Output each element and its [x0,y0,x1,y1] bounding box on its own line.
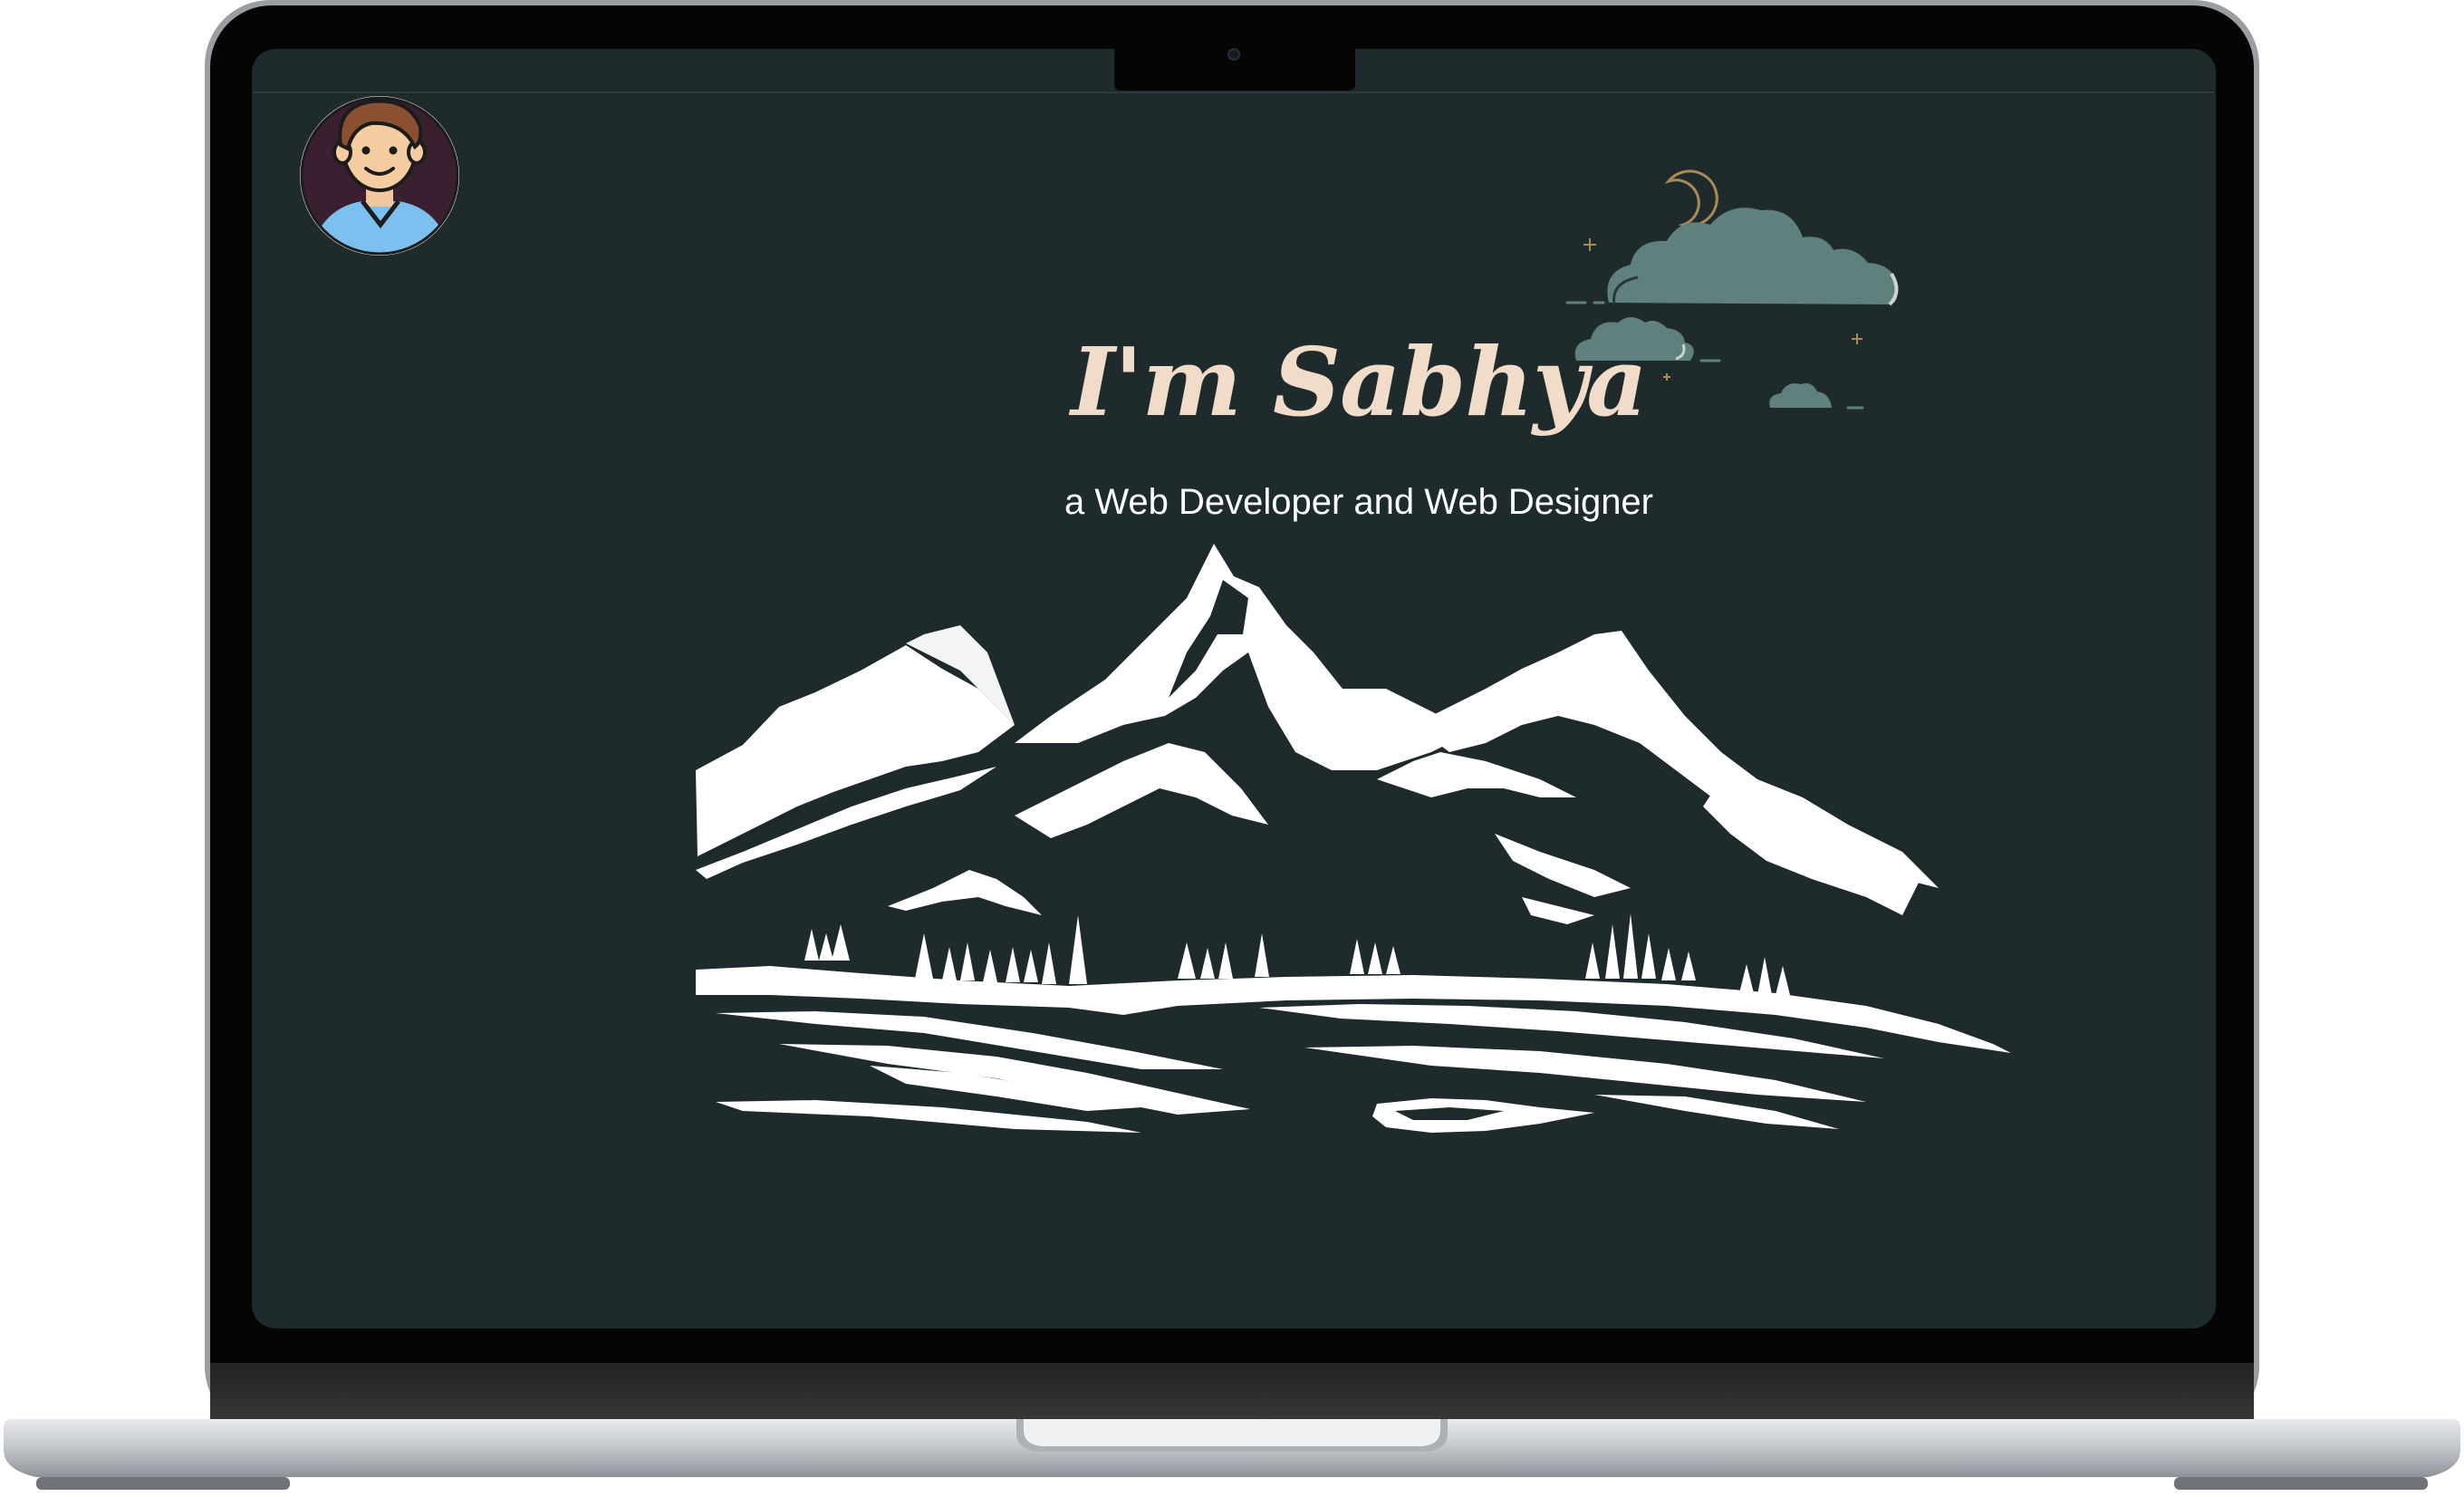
hero-subtitle: a Web Developer and Web Designer [1064,482,1653,522]
web-page: I'm Sabhya a Web Developer and Web Desig… [0,0,2464,1493]
user-avatar[interactable] [299,95,460,256]
hero-title: I'm Sabhya [1071,326,1647,438]
laptop-mockup: I'm Sabhya a Web Developer and Web Desig… [0,0,2464,1493]
